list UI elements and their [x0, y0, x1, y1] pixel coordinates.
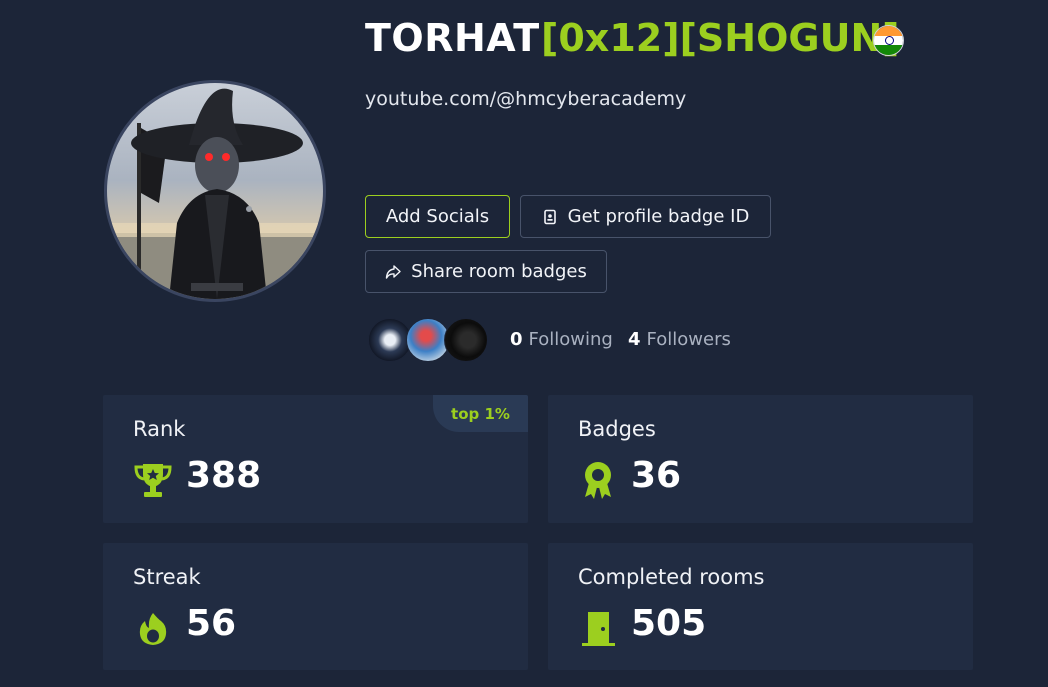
share-icon [385, 264, 401, 280]
following-link[interactable]: 0 Following [510, 329, 613, 350]
streak-value: 56 [186, 603, 237, 644]
followers-count: 4 [628, 329, 641, 350]
award-icon [578, 461, 618, 499]
share-room-badges-button[interactable]: Share room badges [365, 250, 607, 293]
badges-value: 36 [631, 455, 682, 496]
get-profile-badge-id-label: Get profile badge ID [567, 206, 750, 227]
follower-avatar[interactable] [444, 318, 488, 362]
social-link[interactable]: youtube.com/@hmcyberacademy [365, 88, 686, 110]
flame-icon [133, 609, 173, 647]
door-icon [578, 609, 618, 647]
add-socials-button[interactable]: Add Socials [365, 195, 510, 238]
india-flag-icon [873, 25, 904, 56]
rank-label: Rank [133, 417, 186, 441]
get-profile-badge-id-button[interactable]: Get profile badge ID [520, 195, 771, 238]
badges-label: Badges [578, 417, 656, 441]
username: TORHAT [365, 16, 540, 60]
completed-rooms-value: 505 [631, 603, 707, 644]
completed-rooms-label: Completed rooms [578, 565, 765, 589]
followers-link[interactable]: 4 Followers [628, 329, 731, 350]
share-room-badges-label: Share room badges [411, 261, 587, 282]
followers-label: Followers [646, 329, 731, 350]
add-socials-label: Add Socials [385, 206, 490, 227]
id-badge-icon [542, 209, 558, 225]
following-count: 0 [510, 329, 523, 350]
streak-label: Streak [133, 565, 201, 589]
badges-card: Badges 36 [548, 395, 973, 523]
top-percent-badge: top 1% [433, 395, 528, 432]
profile-page: TORHAT [0x12][SHOGUN] youtube.com/@hmcyb… [0, 0, 1048, 687]
trophy-icon [133, 461, 173, 499]
rank-value: 388 [186, 455, 262, 496]
streak-card: Streak 56 [103, 543, 528, 670]
follower-avatars[interactable] [368, 318, 493, 362]
rank-card: top 1% Rank 388 [103, 395, 528, 523]
profile-avatar [104, 80, 326, 302]
following-label: Following [528, 329, 613, 350]
rank-title: [0x12][SHOGUN] [541, 16, 900, 60]
completed-rooms-card: Completed rooms 505 [548, 543, 973, 670]
